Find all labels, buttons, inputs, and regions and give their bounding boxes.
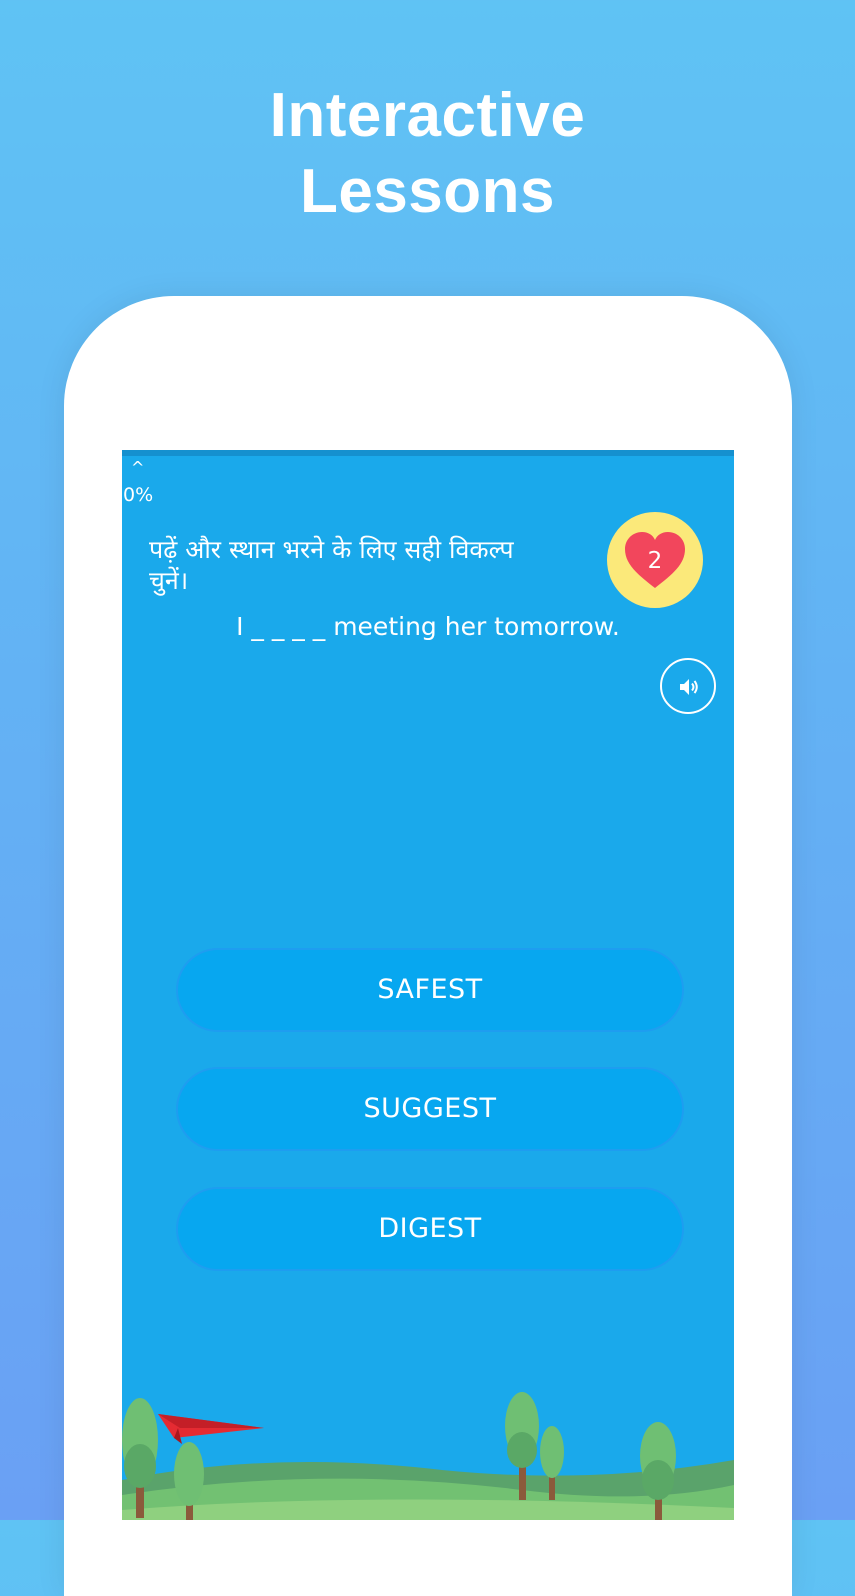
landscape-scenery — [122, 1392, 734, 1520]
option-button-suggest[interactable]: SUGGEST — [176, 1067, 684, 1151]
paper-plane-icon — [158, 1414, 264, 1444]
speaker-icon — [680, 679, 698, 695]
instruction-text: पढ़ें और स्थान भरने के लिए सही विकल्प चु… — [149, 535, 514, 595]
lesson-screen: ^ 0% पढ़ें और स्थान भरने के लिए सही विकल… — [122, 450, 734, 1520]
audio-button[interactable] — [660, 658, 716, 714]
option-button-digest[interactable]: DIGEST — [176, 1187, 684, 1271]
progress-caret: ^ — [131, 458, 145, 477]
lives-badge: 2 — [607, 512, 703, 608]
screen-top-bar — [122, 450, 734, 456]
promo-title-line-1: Interactive — [269, 81, 586, 150]
progress-percent: 0% — [123, 484, 154, 506]
promo-title-line-2: Lessons — [299, 157, 556, 226]
lives-count: 2 — [647, 548, 663, 574]
option-button-safest[interactable]: SAFEST — [176, 948, 684, 1032]
question-text: I _ _ _ _ meeting her tomorrow. — [236, 612, 620, 641]
promo-title: Interactive Lessons — [0, 78, 855, 230]
